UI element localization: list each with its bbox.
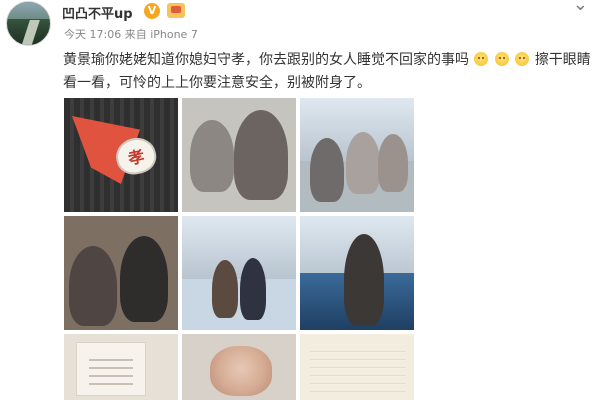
photo-1[interactable]: 孝 <box>64 98 178 212</box>
person-silhouette <box>310 138 344 202</box>
person-silhouette <box>190 120 234 192</box>
photo-3[interactable] <box>300 98 414 212</box>
weibo-post: 凹凸不平up V 今天 17:06 来自 iPhone 7 ⌄ 黄景瑜你姥姥知道… <box>0 0 600 400</box>
post-text: 黄景瑜你姥姥知道你媳妇守孝，你去跟别的女人睡觉不回家的事吗 擦干眼睛看一看，可怜… <box>63 49 595 95</box>
avatar-path <box>20 20 40 45</box>
verified-badge: V <box>144 3 160 19</box>
person-silhouette <box>344 234 384 326</box>
photo-8[interactable] <box>182 334 296 400</box>
person-silhouette <box>378 134 408 192</box>
photo-document <box>76 342 146 396</box>
person-silhouette <box>120 236 168 322</box>
face-emoji-icon <box>515 52 530 66</box>
photo-sky <box>182 216 296 279</box>
person-silhouette <box>234 110 288 200</box>
chevron-down-icon[interactable]: ⌄ <box>573 0 588 15</box>
photo-4[interactable] <box>64 216 178 330</box>
person-silhouette <box>212 260 238 318</box>
document-line <box>89 383 133 385</box>
post-meta: 今天 17:06 来自 iPhone 7 <box>64 28 198 41</box>
document-line <box>89 359 133 361</box>
face-closeup <box>210 346 272 396</box>
photo-grid: 孝 <box>64 98 414 400</box>
paper-lines <box>310 344 406 392</box>
user-name[interactable]: 凹凸不平up <box>62 3 133 22</box>
photo-9[interactable] <box>300 334 414 400</box>
avatar-sky <box>7 2 50 20</box>
member-crown-icon <box>167 3 185 18</box>
face-emoji-icon <box>474 52 489 66</box>
photo-6[interactable] <box>300 216 414 330</box>
photo-2[interactable] <box>182 98 296 212</box>
face-emoji-icon <box>494 52 509 66</box>
document-line <box>89 375 133 377</box>
person-silhouette <box>346 132 380 194</box>
person-silhouette <box>240 258 266 320</box>
photo-7[interactable] <box>64 334 178 400</box>
photo-5[interactable] <box>182 216 296 330</box>
badge-character: 孝 <box>126 146 147 169</box>
post-text-main: 黄景瑜你姥姥知道你媳妇守孝，你去跟别的女人睡觉不回家的事吗 <box>63 52 469 68</box>
avatar[interactable] <box>6 1 51 46</box>
document-line <box>89 367 133 369</box>
person-silhouette <box>69 246 117 326</box>
